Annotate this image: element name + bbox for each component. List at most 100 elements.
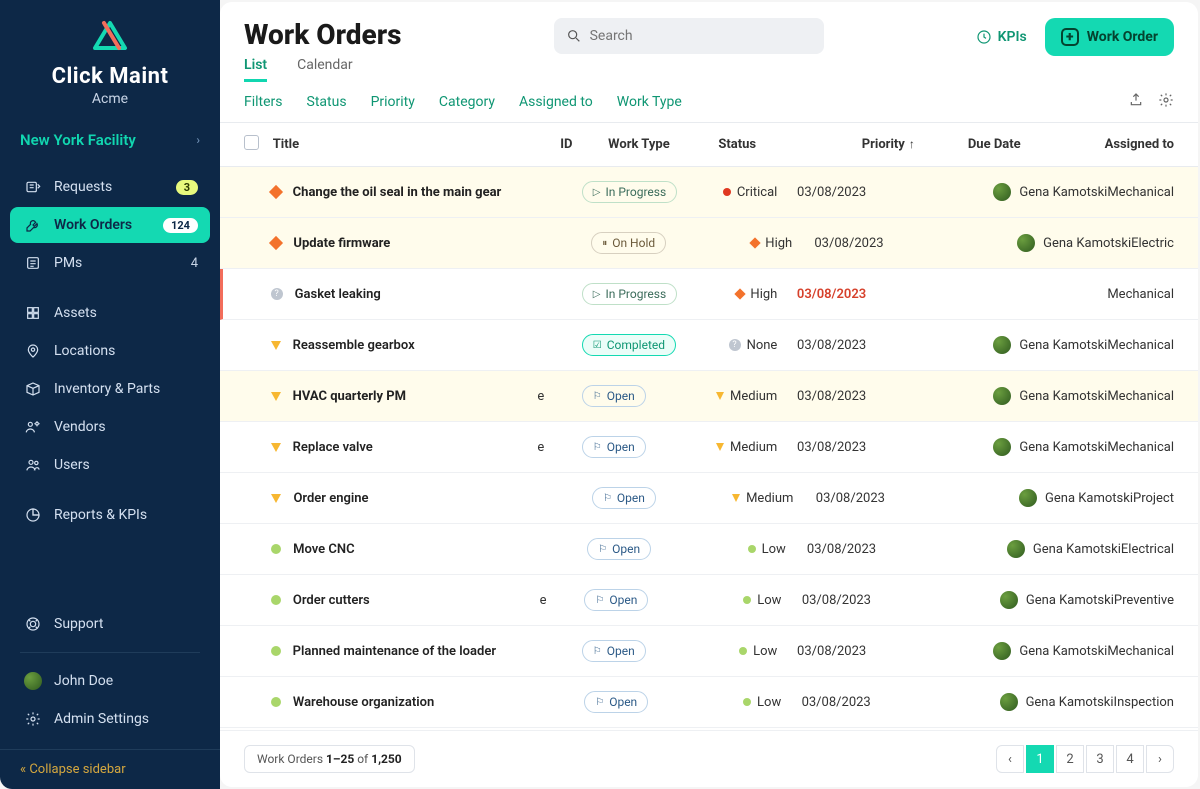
search-input[interactable]	[554, 18, 824, 54]
wrench-icon	[22, 216, 44, 234]
row-due-date: 03/08/2023	[777, 185, 876, 200]
status-icon: ⚐	[595, 697, 604, 708]
table-row[interactable]: Change the oil seal in the main gear ▷ I…	[220, 167, 1198, 218]
sidebar-item-inventory-parts[interactable]: Inventory & Parts	[10, 371, 210, 407]
pager-page-3[interactable]: 3	[1086, 745, 1114, 773]
col-date[interactable]: Due Date	[925, 137, 1021, 152]
row-due-date: 03/08/2023	[777, 287, 876, 302]
col-id[interactable]: ID	[560, 137, 608, 152]
table-row[interactable]: Update firmware ⏸ On Hold High 03/08/202…	[220, 218, 1198, 269]
priority-none-icon: ?	[729, 339, 741, 351]
col-status[interactable]: Status	[718, 137, 819, 152]
sidebar-item-users[interactable]: Users	[10, 447, 210, 483]
tab-list[interactable]: List	[244, 57, 267, 82]
row-title: Order engine	[293, 491, 368, 506]
table-row[interactable]: Reassemble gearbox ☑ Completed ? None 03…	[220, 320, 1198, 371]
row-category: Mechanical	[1107, 338, 1174, 353]
main: Work Orders ListCalendar KPIs + Work Ord…	[220, 2, 1198, 787]
table-row[interactable]: Order engine ⚐ Open Medium 03/08/2023 Ge…	[220, 473, 1198, 524]
row-category: Electrical	[1121, 542, 1174, 557]
row-due-date: 03/08/2023	[777, 389, 876, 404]
sidebar-badge: 3	[176, 180, 198, 195]
table-header: Title ID Work Type Status Priority↑ Due …	[220, 123, 1198, 167]
row-due-date: 03/08/2023	[792, 236, 893, 251]
collapse-sidebar[interactable]: « Collapse sidebar	[0, 749, 220, 789]
col-priority[interactable]: Priority↑	[819, 137, 925, 152]
sidebar-item-admin-settings[interactable]: Admin Settings	[10, 701, 210, 737]
sidebar-item-john-doe[interactable]: John Doe	[10, 663, 210, 699]
row-priority: Low	[687, 593, 781, 608]
logo-icon	[20, 20, 200, 60]
sidebar-item-label: Inventory & Parts	[54, 381, 198, 397]
brand-name: Click Maint	[20, 64, 200, 89]
status-pill: ⚐ Open	[587, 538, 651, 560]
sidebar-item-assets[interactable]: Assets	[10, 295, 210, 331]
sidebar-item-requests[interactable]: Requests 3	[10, 169, 210, 205]
sidebar-item-vendors[interactable]: Vendors	[10, 409, 210, 445]
kpis-link[interactable]: KPIs	[976, 29, 1027, 45]
filter-category[interactable]: Category	[439, 94, 495, 110]
row-priority-icon	[269, 185, 283, 199]
priority-label: Low	[757, 593, 781, 608]
row-due-date: 03/08/2023	[793, 491, 895, 506]
search-wrap	[422, 18, 956, 54]
priority-label: Low	[753, 644, 777, 659]
tab-calendar[interactable]: Calendar	[297, 57, 353, 82]
pin-icon	[22, 342, 44, 360]
row-assignee: Gena Kamotski	[987, 489, 1134, 507]
pager-next[interactable]: ›	[1146, 745, 1174, 773]
pager-page-4[interactable]: 4	[1116, 745, 1144, 773]
sidebar-item-work-orders[interactable]: Work Orders 124	[10, 207, 210, 243]
table-row[interactable]: Move CNC ⚐ Open Low 03/08/2023 Gena Kamo…	[220, 524, 1198, 575]
table-row[interactable]: Warehouse organization ⚐ Open Low 03/08/…	[220, 677, 1198, 728]
settings-icon[interactable]	[1158, 92, 1174, 112]
row-due-date: 03/08/2023	[786, 542, 886, 557]
status-pill: ⚐ Open	[584, 691, 648, 713]
status-label: Open	[607, 644, 635, 658]
sidebar-item-support[interactable]: Support	[10, 606, 210, 642]
sidebar-item-reports-kpis[interactable]: Reports & KPIs	[10, 497, 210, 533]
table-row[interactable]: ? Gasket leaking ▷ In Progress High 03/0…	[220, 269, 1198, 320]
pager-page-1[interactable]: 1	[1026, 745, 1054, 773]
priority-label: Medium	[730, 389, 777, 404]
avatar-icon	[993, 438, 1011, 456]
priority-label: High	[765, 236, 792, 251]
row-priority-icon	[271, 595, 281, 605]
filter-row: Filters Status Priority Category Assigned to…	[220, 82, 1198, 123]
row-title: Reassemble gearbox	[293, 338, 415, 353]
row-title: Planned maintenance of the loader	[293, 644, 496, 659]
sidebar-item-locations[interactable]: Locations	[10, 333, 210, 369]
table-row[interactable]: Planned maintenance of the loader ⚐ Open…	[220, 626, 1198, 677]
export-icon[interactable]	[1128, 92, 1144, 112]
status-icon: ⚐	[593, 391, 602, 402]
col-type[interactable]: Work Type	[608, 137, 718, 152]
table-row[interactable]: HVAC quarterly PM e ⚐ Open Medium 03/08/…	[220, 371, 1198, 422]
table-row[interactable]: Order cutters e ⚐ Open Low 03/08/2023 Ge…	[220, 575, 1198, 626]
topbar: Work Orders ListCalendar KPIs + Work Ord…	[220, 2, 1198, 82]
facility-selector[interactable]: New York Facility ›	[0, 117, 220, 163]
col-assigned[interactable]: Assigned to	[1021, 137, 1174, 152]
filter-status[interactable]: Status	[307, 94, 347, 110]
priority-low-icon	[739, 647, 747, 655]
priority-low-icon	[743, 698, 751, 706]
table-row[interactable]: Replace valve e ⚐ Open Medium 03/08/2023…	[220, 422, 1198, 473]
pager-page-2[interactable]: 2	[1056, 745, 1084, 773]
col-title[interactable]: Title	[273, 137, 561, 152]
filter-priority[interactable]: Priority	[371, 94, 415, 110]
row-priority: Medium	[697, 491, 793, 506]
filter-assigned-to[interactable]: Assigned to	[519, 94, 593, 110]
row-title: HVAC quarterly PM	[293, 389, 406, 404]
row-due-date: 03/08/2023	[781, 695, 881, 710]
sidebar-item-label: Support	[54, 616, 198, 632]
sidebar: Click Maint Acme New York Facility › Req…	[0, 0, 220, 789]
filter-filters[interactable]: Filters	[244, 94, 283, 110]
priority-medium-icon	[716, 443, 724, 451]
sidebar-item-label: Users	[54, 457, 198, 473]
select-all-checkbox[interactable]	[244, 135, 259, 150]
filter-work-type[interactable]: Work Type	[617, 94, 682, 110]
new-work-order-button[interactable]: + Work Order	[1045, 18, 1174, 56]
sidebar-item-pms[interactable]: PMs 4	[10, 245, 210, 281]
row-category: Mechanical	[1107, 389, 1174, 404]
pager-prev[interactable]: ‹	[996, 745, 1024, 773]
priority-low-icon	[748, 545, 756, 553]
